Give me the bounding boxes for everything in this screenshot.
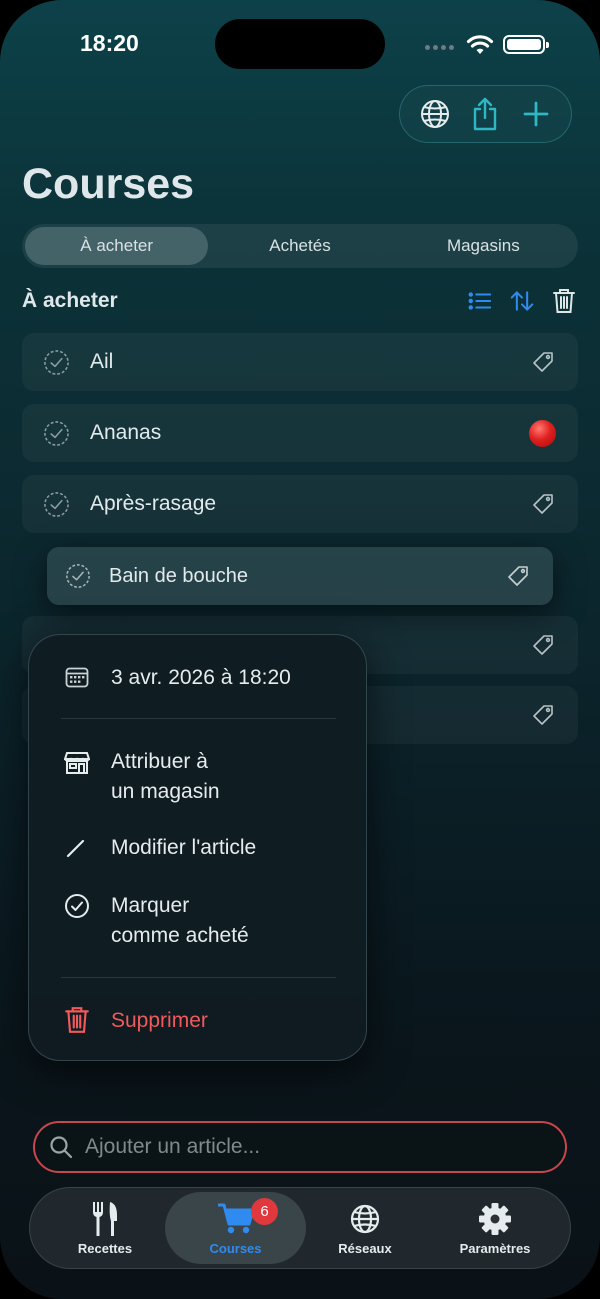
list-icon: [468, 292, 492, 310]
fork-knife-icon: [93, 1201, 117, 1236]
menu-divider: [61, 977, 336, 978]
menu-assign-store-label-line2: un magasin: [111, 780, 220, 803]
section-title: À acheter: [22, 289, 118, 312]
check-circle-icon[interactable]: [43, 491, 70, 518]
share-icon: [474, 97, 497, 131]
tag-icon[interactable]: [532, 351, 554, 373]
plus-icon: [523, 101, 549, 127]
menu-edit-item[interactable]: Modifier l'article: [61, 833, 346, 863]
battery-icon: [503, 35, 549, 54]
gear-icon: [479, 1202, 511, 1235]
cart-icon: [217, 1203, 254, 1233]
checkmark-circle-icon: [65, 894, 89, 918]
globe-icon: [421, 100, 450, 128]
segment-stores[interactable]: Magasins: [392, 227, 575, 265]
segment-bought[interactable]: Achetés: [208, 227, 391, 265]
tag-icon[interactable]: [532, 493, 554, 515]
section-actions: [468, 286, 576, 316]
search-icon: [50, 1136, 73, 1159]
dynamic-island: [215, 19, 385, 69]
wifi-icon: [466, 35, 494, 54]
menu-assign-store[interactable]: Attribuer à un magasin: [61, 747, 346, 807]
pencil-icon: [66, 839, 85, 858]
tag-icon[interactable]: [507, 565, 529, 587]
list-item[interactable]: Ananas: [22, 404, 578, 462]
menu-mark-bought-label-line1: Marquer: [111, 894, 190, 917]
top-actions-pill: [399, 85, 572, 143]
globe-icon: [350, 1204, 380, 1233]
sort-icon: [510, 291, 534, 311]
tab-settings-label: Paramètres: [459, 1240, 531, 1256]
menu-mark-bought[interactable]: Marquer comme acheté: [61, 891, 346, 951]
storefront-icon: [64, 752, 90, 774]
status-time: 18:20: [80, 30, 139, 56]
phone-screen: 18:20 Courses À acheter Achetés Magasins…: [0, 0, 600, 1299]
add-item-input[interactable]: [85, 1135, 525, 1159]
list-view-button[interactable]: [468, 286, 492, 316]
sort-button[interactable]: [510, 286, 534, 316]
cart-count-badge: 6: [251, 1198, 278, 1225]
menu-date-row: 3 avr. 2026 à 18:20: [61, 663, 346, 693]
segmented-control: À acheter Achetés Magasins: [22, 224, 578, 268]
menu-divider: [61, 718, 336, 719]
list-item-selected[interactable]: Bain de bouche: [47, 547, 553, 605]
page-title: Courses: [22, 160, 195, 208]
context-menu: 3 avr. 2026 à 18:20 Attribuer à un magas…: [28, 634, 367, 1061]
trash-icon: [553, 289, 575, 313]
item-label: Après-rasage: [90, 492, 217, 515]
delete-all-button[interactable]: [552, 286, 576, 316]
check-circle-icon[interactable]: [65, 563, 91, 589]
tab-settings[interactable]: Paramètres: [430, 1192, 560, 1264]
item-label: Ail: [90, 350, 114, 373]
share-button[interactable]: [465, 94, 505, 134]
tab-recipes-label: Recettes: [77, 1240, 133, 1256]
add-button[interactable]: [516, 94, 556, 134]
menu-assign-store-label-line1: Attribuer à: [111, 750, 208, 773]
tag-icon[interactable]: [532, 634, 554, 656]
list-item[interactable]: Ail: [22, 333, 578, 391]
tab-networks-label: Réseaux: [338, 1240, 392, 1256]
menu-edit-item-label: Modifier l'article: [111, 836, 257, 859]
check-circle-icon[interactable]: [43, 349, 70, 376]
item-label: Bain de bouche: [109, 564, 249, 587]
tab-courses-label: Courses: [209, 1240, 262, 1256]
trash-icon: [65, 1007, 89, 1033]
check-circle-icon[interactable]: [43, 420, 70, 447]
cellular-signal-icon: [425, 45, 454, 50]
tag-icon[interactable]: [532, 704, 554, 726]
tab-networks[interactable]: Réseaux: [300, 1192, 430, 1264]
item-label: Ananas: [90, 421, 162, 444]
red-dot-icon: [529, 420, 556, 447]
menu-delete[interactable]: Supprimer: [61, 1006, 346, 1036]
list-item[interactable]: Après-rasage: [22, 475, 578, 533]
tab-bar: Recettes Courses 6 Réseaux Paramètres: [29, 1187, 571, 1269]
add-item-field[interactable]: [33, 1121, 567, 1173]
tab-recipes[interactable]: Recettes: [40, 1192, 170, 1264]
menu-delete-label: Supprimer: [111, 1009, 208, 1032]
menu-mark-bought-label-line2: comme acheté: [111, 924, 249, 947]
segment-to-buy[interactable]: À acheter: [25, 227, 209, 265]
calendar-icon: [65, 667, 89, 688]
tab-courses[interactable]: Courses 6: [165, 1192, 306, 1264]
menu-date: 3 avr. 2026 à 18:20: [111, 666, 291, 689]
globe-button[interactable]: [415, 94, 455, 134]
